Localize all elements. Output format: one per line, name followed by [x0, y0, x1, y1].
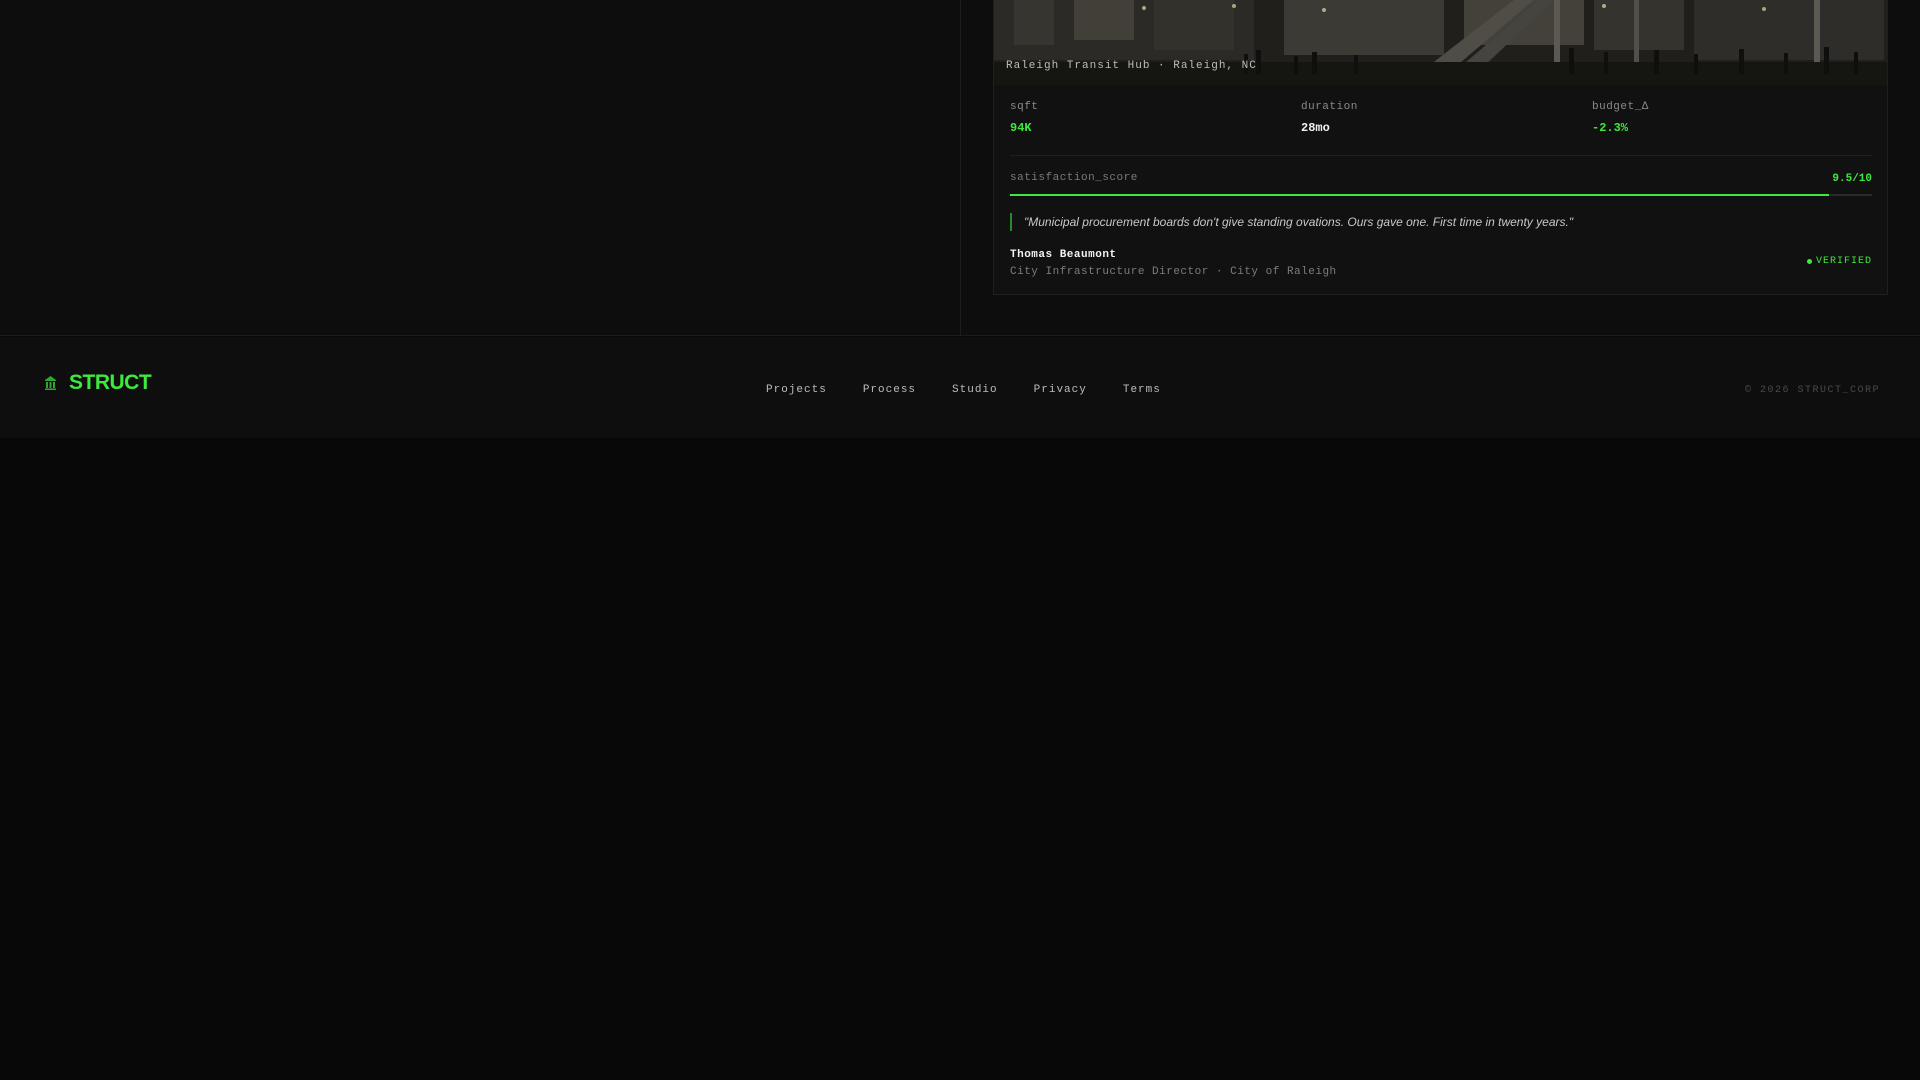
satisfaction-score-row: satisfaction_score 9.5/10 — [1010, 172, 1872, 185]
verified-badge: VERIFIED — [1806, 256, 1872, 267]
stat-value: -2.3% — [1592, 121, 1629, 135]
author-name: Thomas Beaumont — [1010, 249, 1117, 261]
brand-name: STRUCT — [69, 371, 152, 394]
project-photo: Raleigh Transit Hub · Raleigh, NC — [994, 0, 1887, 85]
footer-nav: Projects Process Studio Privacy Terms — [766, 384, 1161, 396]
testimonial-author: Thomas Beaumont City Infrastructure Dire… — [1010, 249, 1337, 278]
author-role: City Infrastructure Director · City of R… — [1010, 266, 1337, 278]
brand-logo-link[interactable]: STRUCT — [44, 371, 152, 395]
testimonial-quote: "Municipal procurement boards don't give… — [1010, 213, 1573, 231]
stat-label: budget_Δ — [1592, 101, 1649, 113]
stat-label: duration — [1301, 101, 1358, 113]
building-icon — [45, 376, 56, 390]
stat-value: 94K — [1010, 121, 1032, 135]
copyright-text: © 2026 STRUCT_CORP — [1744, 385, 1880, 396]
project-testimonial-card: Raleigh Transit Hub · Raleigh, NC sqft 9… — [993, 0, 1888, 295]
verified-badge-label: VERIFIED — [1815, 256, 1872, 267]
stat-label: sqft — [1010, 101, 1039, 113]
stat-sqft: sqft 94K — [1010, 101, 1038, 135]
footer-link-studio[interactable]: Studio — [952, 384, 998, 396]
footer-link-privacy[interactable]: Privacy — [1034, 384, 1087, 396]
footer-link-terms[interactable]: Terms — [1123, 384, 1161, 396]
satisfaction-score-bar — [1010, 194, 1872, 196]
project-location-caption: Raleigh Transit Hub · Raleigh, NC — [1006, 60, 1257, 72]
stat-duration: duration 28mo — [1301, 101, 1358, 135]
satisfaction-score-fill — [1010, 194, 1829, 196]
divider — [1010, 155, 1872, 156]
left-column — [0, 0, 961, 336]
satisfaction-score-label: satisfaction_score — [1010, 172, 1138, 184]
footer-link-projects[interactable]: Projects — [766, 384, 827, 396]
transit-hub-photo-graphic — [994, 0, 1887, 85]
stat-budget-delta: budget_Δ -2.3% — [1592, 101, 1649, 135]
site-footer: STRUCT Projects Process Studio Privacy T… — [0, 337, 1920, 438]
footer-link-process[interactable]: Process — [863, 384, 916, 396]
stat-value: 28mo — [1301, 121, 1330, 135]
status-dot-icon — [1806, 259, 1812, 264]
testimonial-section: Raleigh Transit Hub · Raleigh, NC sqft 9… — [0, 0, 1920, 336]
satisfaction-score-value: 9.5/10 — [1832, 173, 1872, 185]
project-stats: sqft 94K duration 28mo budget_Δ -2.3% — [1010, 101, 1870, 141]
